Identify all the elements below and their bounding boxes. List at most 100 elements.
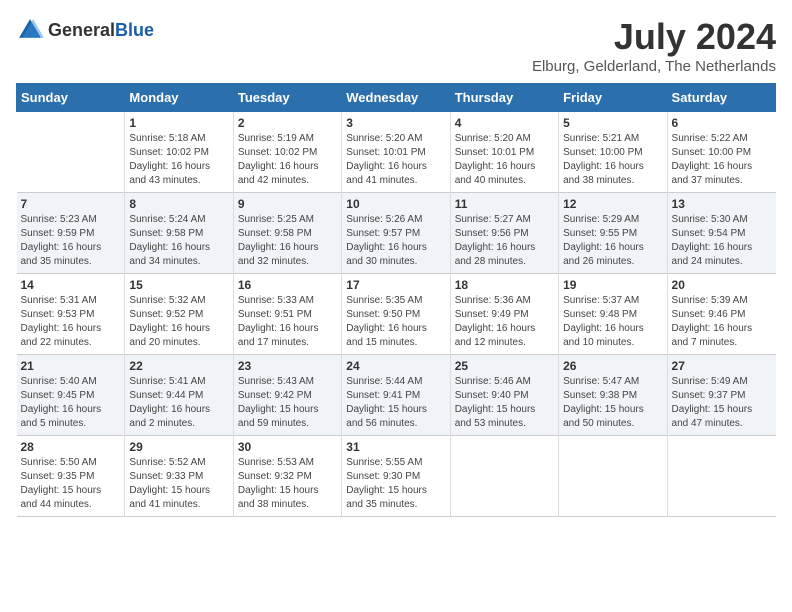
month-title: July 2024 xyxy=(532,16,776,58)
day-info: Sunrise: 5:20 AM Sunset: 10:01 PM Daylig… xyxy=(455,132,554,188)
calendar-cell: 14 Sunrise: 5:31 AM Sunset: 9:53 PM Dayli… xyxy=(17,274,125,355)
day-number: 29 xyxy=(129,440,228,454)
day-info: Sunrise: 5:20 AM Sunset: 10:01 PM Daylig… xyxy=(346,132,445,188)
day-info: Sunrise: 5:31 AM Sunset: 9:53 PM Dayligh… xyxy=(21,294,121,350)
day-number: 27 xyxy=(672,359,772,373)
header-day-sunday: Sunday xyxy=(17,84,125,112)
day-info: Sunrise: 5:52 AM Sunset: 9:33 PM Dayligh… xyxy=(129,456,228,512)
calendar-cell: 19 Sunrise: 5:37 AM Sunset: 9:48 PM Dayli… xyxy=(559,274,667,355)
day-number: 16 xyxy=(238,278,337,292)
day-number: 26 xyxy=(563,359,662,373)
header-day-wednesday: Wednesday xyxy=(342,84,450,112)
calendar-cell: 7 Sunrise: 5:23 AM Sunset: 9:59 PM Daylig… xyxy=(17,193,125,274)
logo-general: General xyxy=(48,20,115,40)
calendar-cell: 15 Sunrise: 5:32 AM Sunset: 9:52 PM Dayli… xyxy=(125,274,233,355)
calendar-cell: 8 Sunrise: 5:24 AM Sunset: 9:58 PM Daylig… xyxy=(125,193,233,274)
day-info: Sunrise: 5:26 AM Sunset: 9:57 PM Dayligh… xyxy=(346,213,445,269)
day-number: 7 xyxy=(21,197,121,211)
calendar-cell: 26 Sunrise: 5:47 AM Sunset: 9:38 PM Dayli… xyxy=(559,355,667,436)
day-info: Sunrise: 5:33 AM Sunset: 9:51 PM Dayligh… xyxy=(238,294,337,350)
day-info: Sunrise: 5:23 AM Sunset: 9:59 PM Dayligh… xyxy=(21,213,121,269)
day-number: 2 xyxy=(238,116,337,130)
calendar-cell xyxy=(559,436,667,517)
day-info: Sunrise: 5:50 AM Sunset: 9:35 PM Dayligh… xyxy=(21,456,121,512)
calendar-cell: 3 Sunrise: 5:20 AM Sunset: 10:01 PM Dayli… xyxy=(342,112,450,193)
week-row-5: 28 Sunrise: 5:50 AM Sunset: 9:35 PM Dayli… xyxy=(17,436,776,517)
day-info: Sunrise: 5:49 AM Sunset: 9:37 PM Dayligh… xyxy=(672,375,772,431)
calendar-cell: 25Sunrise: 5:46 AM Sunset: 9:40 PM Dayli… xyxy=(450,355,558,436)
logo-blue: Blue xyxy=(115,20,154,40)
day-number: 10 xyxy=(346,197,445,211)
day-number: 17 xyxy=(346,278,445,292)
calendar-cell: 4 Sunrise: 5:20 AM Sunset: 10:01 PM Dayli… xyxy=(450,112,558,193)
day-number: 31 xyxy=(346,440,445,454)
day-number: 24 xyxy=(346,359,445,373)
day-number: 9 xyxy=(238,197,337,211)
calendar-cell: 28 Sunrise: 5:50 AM Sunset: 9:35 PM Dayli… xyxy=(17,436,125,517)
day-number: 23 xyxy=(238,359,337,373)
week-row-4: 21 Sunrise: 5:40 AM Sunset: 9:45 PM Dayli… xyxy=(17,355,776,436)
day-info: Sunrise: 5:21 AM Sunset: 10:00 PM Daylig… xyxy=(563,132,662,188)
day-number: 14 xyxy=(21,278,121,292)
day-number: 13 xyxy=(672,197,772,211)
calendar-cell: 16 Sunrise: 5:33 AM Sunset: 9:51 PM Dayli… xyxy=(233,274,341,355)
calendar-cell xyxy=(667,436,775,517)
day-number: 3 xyxy=(346,116,445,130)
calendar-cell: 12Sunrise: 5:29 AM Sunset: 9:55 PM Dayli… xyxy=(559,193,667,274)
day-info: Sunrise: 5:47 AM Sunset: 9:38 PM Dayligh… xyxy=(563,375,662,431)
calendar-cell: 6Sunrise: 5:22 AM Sunset: 10:00 PM Dayli… xyxy=(667,112,775,193)
header-day-thursday: Thursday xyxy=(450,84,558,112)
calendar-cell: 1 Sunrise: 5:18 AM Sunset: 10:02 PM Dayli… xyxy=(125,112,233,193)
day-number: 30 xyxy=(238,440,337,454)
calendar-cell: 13 Sunrise: 5:30 AM Sunset: 9:54 PM Dayli… xyxy=(667,193,775,274)
header-row: SundayMondayTuesdayWednesdayThursdayFrid… xyxy=(17,84,776,112)
day-info: Sunrise: 5:37 AM Sunset: 9:48 PM Dayligh… xyxy=(563,294,662,350)
day-info: Sunrise: 5:24 AM Sunset: 9:58 PM Dayligh… xyxy=(129,213,228,269)
calendar-cell xyxy=(450,436,558,517)
calendar-cell: 27 Sunrise: 5:49 AM Sunset: 9:37 PM Dayli… xyxy=(667,355,775,436)
day-info: Sunrise: 5:29 AM Sunset: 9:55 PM Dayligh… xyxy=(563,213,662,269)
calendar-cell: 17 Sunrise: 5:35 AM Sunset: 9:50 PM Dayli… xyxy=(342,274,450,355)
day-info: Sunrise: 5:40 AM Sunset: 9:45 PM Dayligh… xyxy=(21,375,121,431)
day-info: Sunrise: 5:43 AM Sunset: 9:42 PM Dayligh… xyxy=(238,375,337,431)
header-day-tuesday: Tuesday xyxy=(233,84,341,112)
day-info: Sunrise: 5:32 AM Sunset: 9:52 PM Dayligh… xyxy=(129,294,228,350)
day-number: 20 xyxy=(672,278,772,292)
day-number: 4 xyxy=(455,116,554,130)
day-info: Sunrise: 5:35 AM Sunset: 9:50 PM Dayligh… xyxy=(346,294,445,350)
calendar-cell: 30 Sunrise: 5:53 AM Sunset: 9:32 PM Dayli… xyxy=(233,436,341,517)
day-number: 15 xyxy=(129,278,228,292)
day-number: 22 xyxy=(129,359,228,373)
week-row-3: 14 Sunrise: 5:31 AM Sunset: 9:53 PM Dayli… xyxy=(17,274,776,355)
calendar-cell: 10 Sunrise: 5:26 AM Sunset: 9:57 PM Dayli… xyxy=(342,193,450,274)
calendar-cell xyxy=(17,112,125,193)
calendar-cell: 20Sunrise: 5:39 AM Sunset: 9:46 PM Dayli… xyxy=(667,274,775,355)
logo-text: GeneralBlue xyxy=(48,20,154,41)
day-info: Sunrise: 5:19 AM Sunset: 10:02 PM Daylig… xyxy=(238,132,337,188)
calendar-table: SundayMondayTuesdayWednesdayThursdayFrid… xyxy=(16,83,776,517)
calendar-cell: 9Sunrise: 5:25 AM Sunset: 9:58 PM Daylig… xyxy=(233,193,341,274)
day-info: Sunrise: 5:18 AM Sunset: 10:02 PM Daylig… xyxy=(129,132,228,188)
calendar-cell: 24 Sunrise: 5:44 AM Sunset: 9:41 PM Dayli… xyxy=(342,355,450,436)
header-day-monday: Monday xyxy=(125,84,233,112)
day-number: 1 xyxy=(129,116,228,130)
day-number: 21 xyxy=(21,359,121,373)
day-info: Sunrise: 5:30 AM Sunset: 9:54 PM Dayligh… xyxy=(672,213,772,269)
calendar-cell: 22Sunrise: 5:41 AM Sunset: 9:44 PM Dayli… xyxy=(125,355,233,436)
week-row-2: 7 Sunrise: 5:23 AM Sunset: 9:59 PM Daylig… xyxy=(17,193,776,274)
header-day-saturday: Saturday xyxy=(667,84,775,112)
logo: GeneralBlue xyxy=(16,16,154,44)
calendar-cell: 23 Sunrise: 5:43 AM Sunset: 9:42 PM Dayli… xyxy=(233,355,341,436)
day-number: 19 xyxy=(563,278,662,292)
day-info: Sunrise: 5:53 AM Sunset: 9:32 PM Dayligh… xyxy=(238,456,337,512)
day-info: Sunrise: 5:46 AM Sunset: 9:40 PM Dayligh… xyxy=(455,375,554,431)
calendar-cell: 29 Sunrise: 5:52 AM Sunset: 9:33 PM Dayli… xyxy=(125,436,233,517)
day-number: 8 xyxy=(129,197,228,211)
day-number: 28 xyxy=(21,440,121,454)
day-info: Sunrise: 5:22 AM Sunset: 10:00 PM Daylig… xyxy=(672,132,772,188)
calendar-cell: 18Sunrise: 5:36 AM Sunset: 9:49 PM Dayli… xyxy=(450,274,558,355)
day-info: Sunrise: 5:44 AM Sunset: 9:41 PM Dayligh… xyxy=(346,375,445,431)
calendar-cell: 2 Sunrise: 5:19 AM Sunset: 10:02 PM Dayli… xyxy=(233,112,341,193)
header: GeneralBlue July 2024 Elburg, Gelderland… xyxy=(16,16,776,75)
day-number: 11 xyxy=(455,197,554,211)
